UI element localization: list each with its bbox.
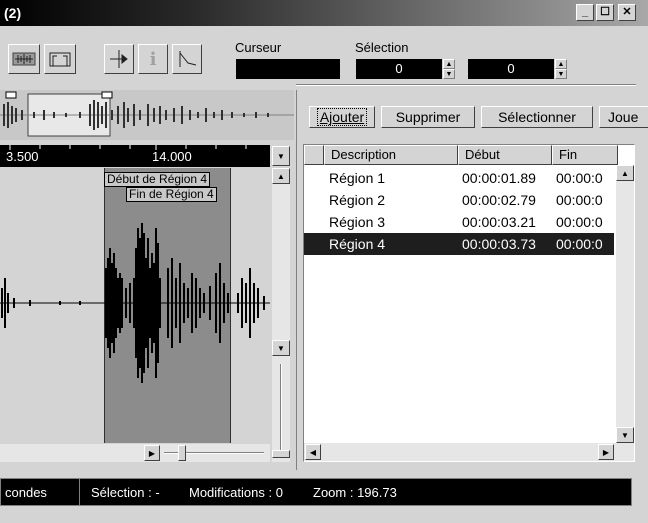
waveform-overview[interactable] — [0, 90, 294, 140]
chevron-down-icon: ▼ — [277, 151, 285, 161]
selection-start-spinner[interactable]: ▲ ▼ — [443, 59, 455, 79]
waveform-horizontal-scrollbar[interactable]: ▶ — [0, 444, 270, 462]
spin-down-icon[interactable]: ▼ — [443, 69, 455, 79]
info-icon: i — [149, 48, 157, 70]
window-title: (2) — [4, 5, 22, 21]
waveform-vertical-scrollbar[interactable]: ▲ ▼ — [272, 168, 290, 462]
region-row-selected[interactable]: Région 4 00:00:03.73 00:00:0 — [304, 233, 614, 255]
chevron-right-icon: ▶ — [602, 447, 610, 457]
ruler-dropdown-button[interactable]: ▼ — [272, 146, 290, 166]
status-modifications: Modifications : 0 — [189, 485, 283, 500]
column-header-blank[interactable] — [304, 145, 324, 165]
region-row[interactable]: Région 3 00:00:03.21 00:00:0 — [304, 211, 614, 233]
scroll-left-button[interactable]: ◀ — [305, 444, 321, 460]
region-end: 00:00:0 — [556, 214, 603, 230]
play-region-tool-button[interactable] — [8, 44, 40, 74]
status-units: condes — [5, 485, 47, 500]
minimize-button[interactable]: _ — [576, 4, 594, 21]
scroll-right-button[interactable]: ▶ — [598, 444, 614, 460]
chevron-left-icon: ◀ — [309, 447, 317, 457]
maximize-button[interactable]: ☐ — [596, 4, 614, 21]
region-end: 00:00:0 — [556, 236, 603, 252]
scroll-down-button[interactable]: ▼ — [616, 427, 634, 443]
spin-up-icon[interactable]: ▲ — [443, 59, 455, 69]
title-bar[interactable]: (2) _ ☐ ✕ — [0, 0, 648, 26]
region-start: 00:00:02.79 — [462, 192, 536, 208]
add-button-label: Ajouter — [316, 108, 368, 126]
regions-list[interactable]: Description Début Fin Région 1 00:00:01.… — [303, 144, 635, 462]
selection-end-spinner[interactable]: ▲ ▼ — [555, 59, 567, 79]
region-end-marker-label[interactable]: Fin de Région 4 — [126, 187, 217, 202]
list-vertical-scrollbar[interactable]: ▲ ▼ — [616, 165, 634, 443]
cursor-position-field[interactable] — [236, 59, 340, 79]
chevron-up-icon: ▲ — [621, 168, 629, 178]
waveform-tool-icon — [12, 52, 36, 66]
fade-tool-button[interactable] — [172, 44, 202, 74]
column-header-description[interactable]: Description — [324, 145, 458, 165]
zoom-slider-thumb[interactable] — [272, 450, 290, 458]
region-row[interactable]: Région 1 00:00:01.89 00:00:0 — [304, 167, 614, 189]
region-end: 00:00:0 — [556, 192, 603, 208]
spin-up-icon[interactable]: ▲ — [555, 59, 567, 69]
column-header-end[interactable]: Fin — [552, 145, 618, 165]
scroll-up-button[interactable]: ▲ — [616, 165, 634, 181]
chevron-down-icon: ▼ — [621, 430, 629, 440]
region-start-marker-label[interactable]: Début de Région 4 — [104, 172, 211, 187]
time-ruler[interactable]: 3.500 14.000 — [0, 145, 270, 167]
selection-label: Sélection — [355, 40, 409, 55]
scroll-down-button[interactable]: ▼ — [272, 340, 290, 356]
region-row[interactable]: Région 2 00:00:02.79 00:00:0 — [304, 189, 614, 211]
regions-panel: Ajouter Supprimer Sélectionner Joue Desc… — [296, 90, 648, 470]
status-zoom: Zoom : 196.73 — [313, 485, 397, 500]
chevron-right-icon: ▶ — [148, 448, 156, 458]
region-description: Région 1 — [329, 170, 386, 186]
status-divider — [79, 479, 80, 505]
chevron-up-icon: ▲ — [277, 171, 285, 181]
toolbar: i Curseur Sélection 0 ▲ ▼ 0 ▲ ▼ — [0, 26, 648, 86]
region-start: 00:00:03.21 — [462, 214, 536, 230]
markers-icon — [49, 52, 71, 67]
region-start: 00:00:03.73 — [462, 236, 536, 252]
selection-end-field[interactable]: 0 — [468, 59, 554, 79]
fade-icon — [179, 51, 197, 67]
play-region-button[interactable]: Joue — [599, 106, 648, 128]
add-region-button[interactable]: Ajouter — [309, 106, 375, 128]
cursor-label: Curseur — [235, 40, 282, 55]
list-horizontal-scrollbar[interactable]: ◀ ▶ — [304, 443, 634, 461]
info-tool-button[interactable]: i — [138, 44, 168, 74]
column-header-start[interactable]: Début — [458, 145, 552, 165]
select-region-button[interactable]: Sélectionner — [481, 106, 593, 128]
move-cursor-tool-button[interactable] — [104, 44, 134, 74]
region-end: 00:00:0 — [556, 170, 603, 186]
scroll-up-button[interactable]: ▲ — [272, 168, 290, 184]
close-button[interactable]: ✕ — [618, 4, 636, 21]
cursor-move-icon — [110, 50, 128, 68]
waveform-graphic — [0, 223, 270, 383]
region-description: Région 2 — [329, 192, 386, 208]
markers-tool-button[interactable] — [44, 44, 76, 74]
toolbar-divider — [296, 84, 636, 86]
delete-region-button[interactable]: Supprimer — [381, 106, 475, 128]
ruler-tick-label: 3.500 — [6, 149, 39, 164]
ruler-ticks-graphic — [9, 145, 247, 150]
region-start: 00:00:01.89 — [462, 170, 536, 186]
scroll-right-button[interactable]: ▶ — [144, 445, 160, 461]
waveform-editor[interactable]: Début de Région 4 Fin de Région 4 — [0, 168, 270, 443]
region-description: Région 4 — [329, 236, 386, 252]
status-bar: condes Sélection : - Modifications : 0 Z… — [0, 478, 632, 506]
ruler-tick-label: 14.000 — [152, 149, 192, 164]
selection-start-field[interactable]: 0 — [356, 59, 442, 79]
region-description: Région 3 — [329, 214, 386, 230]
status-selection: Sélection : - — [91, 485, 160, 500]
zoom-slider-track[interactable] — [280, 364, 282, 450]
chevron-down-icon: ▼ — [277, 343, 285, 353]
h-zoom-thumb[interactable] — [178, 445, 186, 461]
spin-down-icon[interactable]: ▼ — [555, 69, 567, 79]
overview-waveform-graphic — [0, 90, 294, 140]
